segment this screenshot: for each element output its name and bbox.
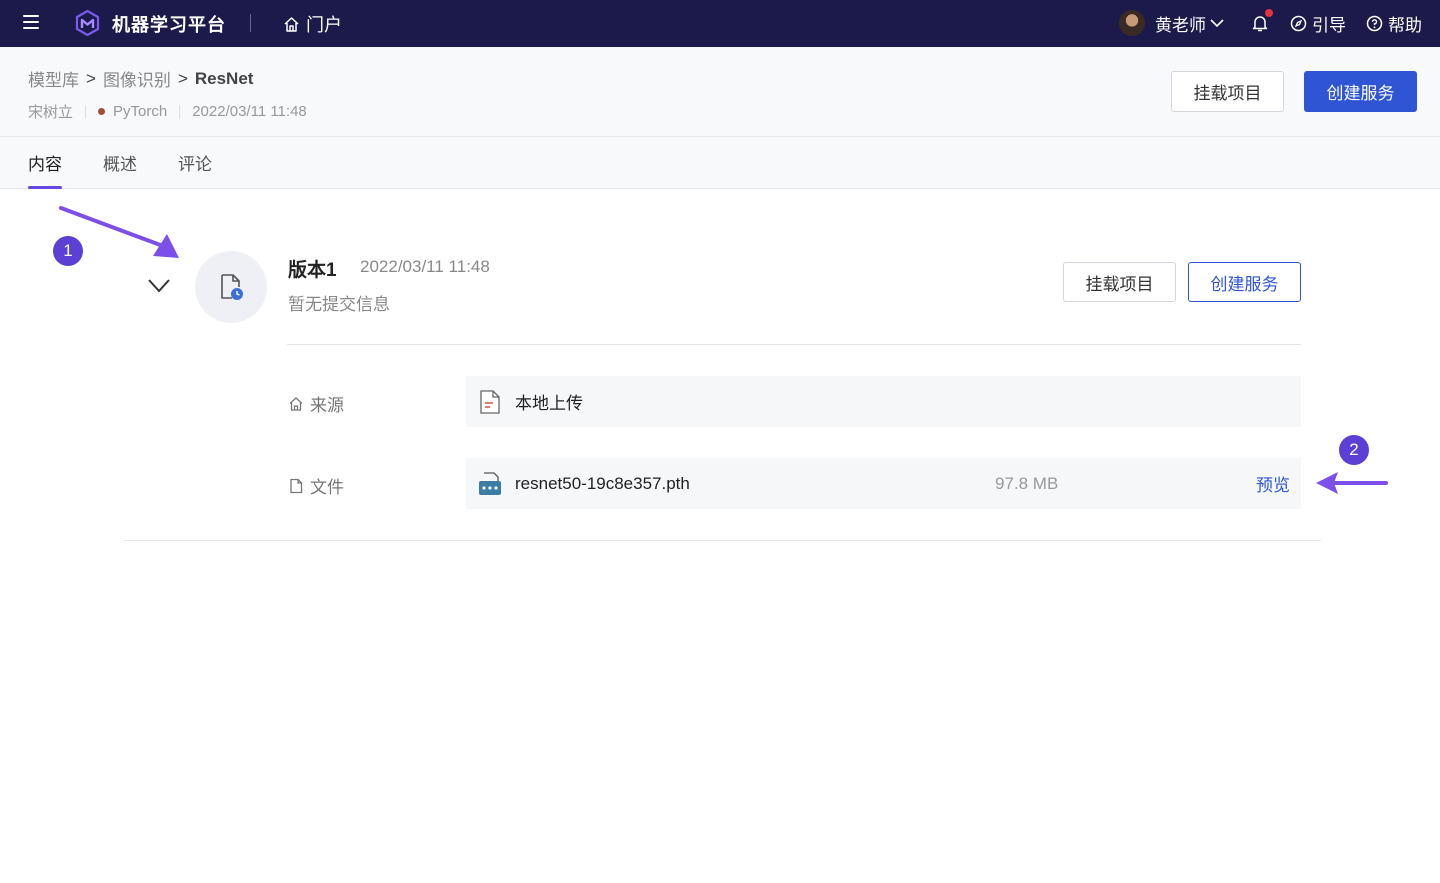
notification-dot xyxy=(1265,9,1273,17)
source-label: 来源 xyxy=(288,391,344,416)
breadcrumb-image-recognition[interactable]: 图像识别 xyxy=(103,66,171,91)
version-icon xyxy=(195,251,267,323)
help-icon xyxy=(1366,15,1383,31)
source-value: 本地上传 xyxy=(515,394,583,413)
version-divider xyxy=(287,344,1301,345)
app-title: 机器学习平台 xyxy=(112,15,226,35)
annotation-badge-2: 2 xyxy=(1339,435,1369,465)
tab-content[interactable]: 内容 xyxy=(28,150,62,189)
file-size: 97.8 MB xyxy=(995,473,1059,493)
framework-label: PyTorch xyxy=(113,103,168,120)
file-row: resnet50-19c8e357.pth 97.8 MB 预览 xyxy=(466,458,1301,509)
user-menu[interactable]: 黄老师 xyxy=(1155,11,1224,36)
version-date: 2022/03/11 11:48 xyxy=(360,257,490,276)
annotation-arrow-2 xyxy=(1316,472,1388,494)
help-link[interactable]: 帮助 xyxy=(1366,11,1422,36)
top-right-actions: 黄老师 引导 帮助 xyxy=(1119,8,1422,38)
nav-divider xyxy=(250,14,251,32)
meta-divider xyxy=(179,104,181,119)
tab-overview[interactable]: 概述 xyxy=(103,150,137,189)
author-name: 宋树立 xyxy=(28,104,74,121)
portal-link[interactable]: 门户 xyxy=(283,11,342,37)
file-icon xyxy=(290,478,303,493)
version-title: 版本1 xyxy=(288,260,337,281)
top-nav-bar: 机器学习平台 门户 黄老师 引导 帮助 xyxy=(0,0,1440,47)
breadcrumb-current: ResNet xyxy=(194,68,254,88)
annotation-badge-1: 1 xyxy=(53,236,83,266)
document-icon xyxy=(480,389,500,414)
avatar[interactable] xyxy=(1119,10,1145,36)
source-label-text: 来源 xyxy=(310,396,344,415)
breadcrumb-separator: > xyxy=(86,68,96,88)
created-at: 2022/03/11 11:48 xyxy=(192,103,307,120)
version-create-service-button[interactable]: 创建服务 xyxy=(1188,262,1301,302)
header-divider xyxy=(0,136,1440,137)
commit-message: 暂无提交信息 xyxy=(288,295,390,314)
guide-link[interactable]: 引导 xyxy=(1290,11,1346,36)
meta-divider xyxy=(85,104,87,119)
section-divider xyxy=(124,540,1321,541)
platform-logo xyxy=(75,9,100,36)
mount-project-button[interactable]: 挂载项目 xyxy=(1171,71,1284,112)
collapse-chevron-icon[interactable] xyxy=(147,276,171,296)
breadcrumb: 模型库 > 图像识别 > ResNet xyxy=(28,66,253,91)
framework-dot xyxy=(98,108,106,115)
portal-label: 门户 xyxy=(306,15,342,35)
preview-link[interactable]: 预览 xyxy=(1256,471,1290,496)
model-meta: 宋树立 PyTorch 2022/03/11 11:48 xyxy=(28,101,307,122)
notification-button[interactable] xyxy=(1250,9,1273,33)
chevron-down-icon xyxy=(1210,19,1224,28)
model-file-icon xyxy=(479,471,501,495)
tab-comments[interactable]: 评论 xyxy=(178,150,212,189)
model-header: 模型库 > 图像识别 > ResNet 宋树立 PyTorch 2022/03/… xyxy=(0,47,1440,189)
source-box: 本地上传 xyxy=(466,376,1301,427)
tab-bar: 内容 概述 评论 xyxy=(28,150,212,189)
file-name: resnet50-19c8e357.pth xyxy=(515,473,690,493)
file-clock-icon xyxy=(221,274,243,300)
help-label: 帮助 xyxy=(1388,15,1422,35)
file-label-text: 文件 xyxy=(310,478,344,497)
home-icon xyxy=(284,16,299,32)
menu-icon[interactable] xyxy=(22,12,42,32)
guide-label: 引导 xyxy=(1312,15,1346,35)
file-label: 文件 xyxy=(288,473,344,498)
create-service-button[interactable]: 创建服务 xyxy=(1304,71,1417,112)
version-mount-project-button[interactable]: 挂载项目 xyxy=(1063,262,1176,302)
home-icon xyxy=(289,396,303,411)
breadcrumb-model-library[interactable]: 模型库 xyxy=(28,66,79,91)
compass-icon xyxy=(1290,15,1307,31)
user-name: 黄老师 xyxy=(1155,15,1206,35)
breadcrumb-separator: > xyxy=(177,68,188,88)
